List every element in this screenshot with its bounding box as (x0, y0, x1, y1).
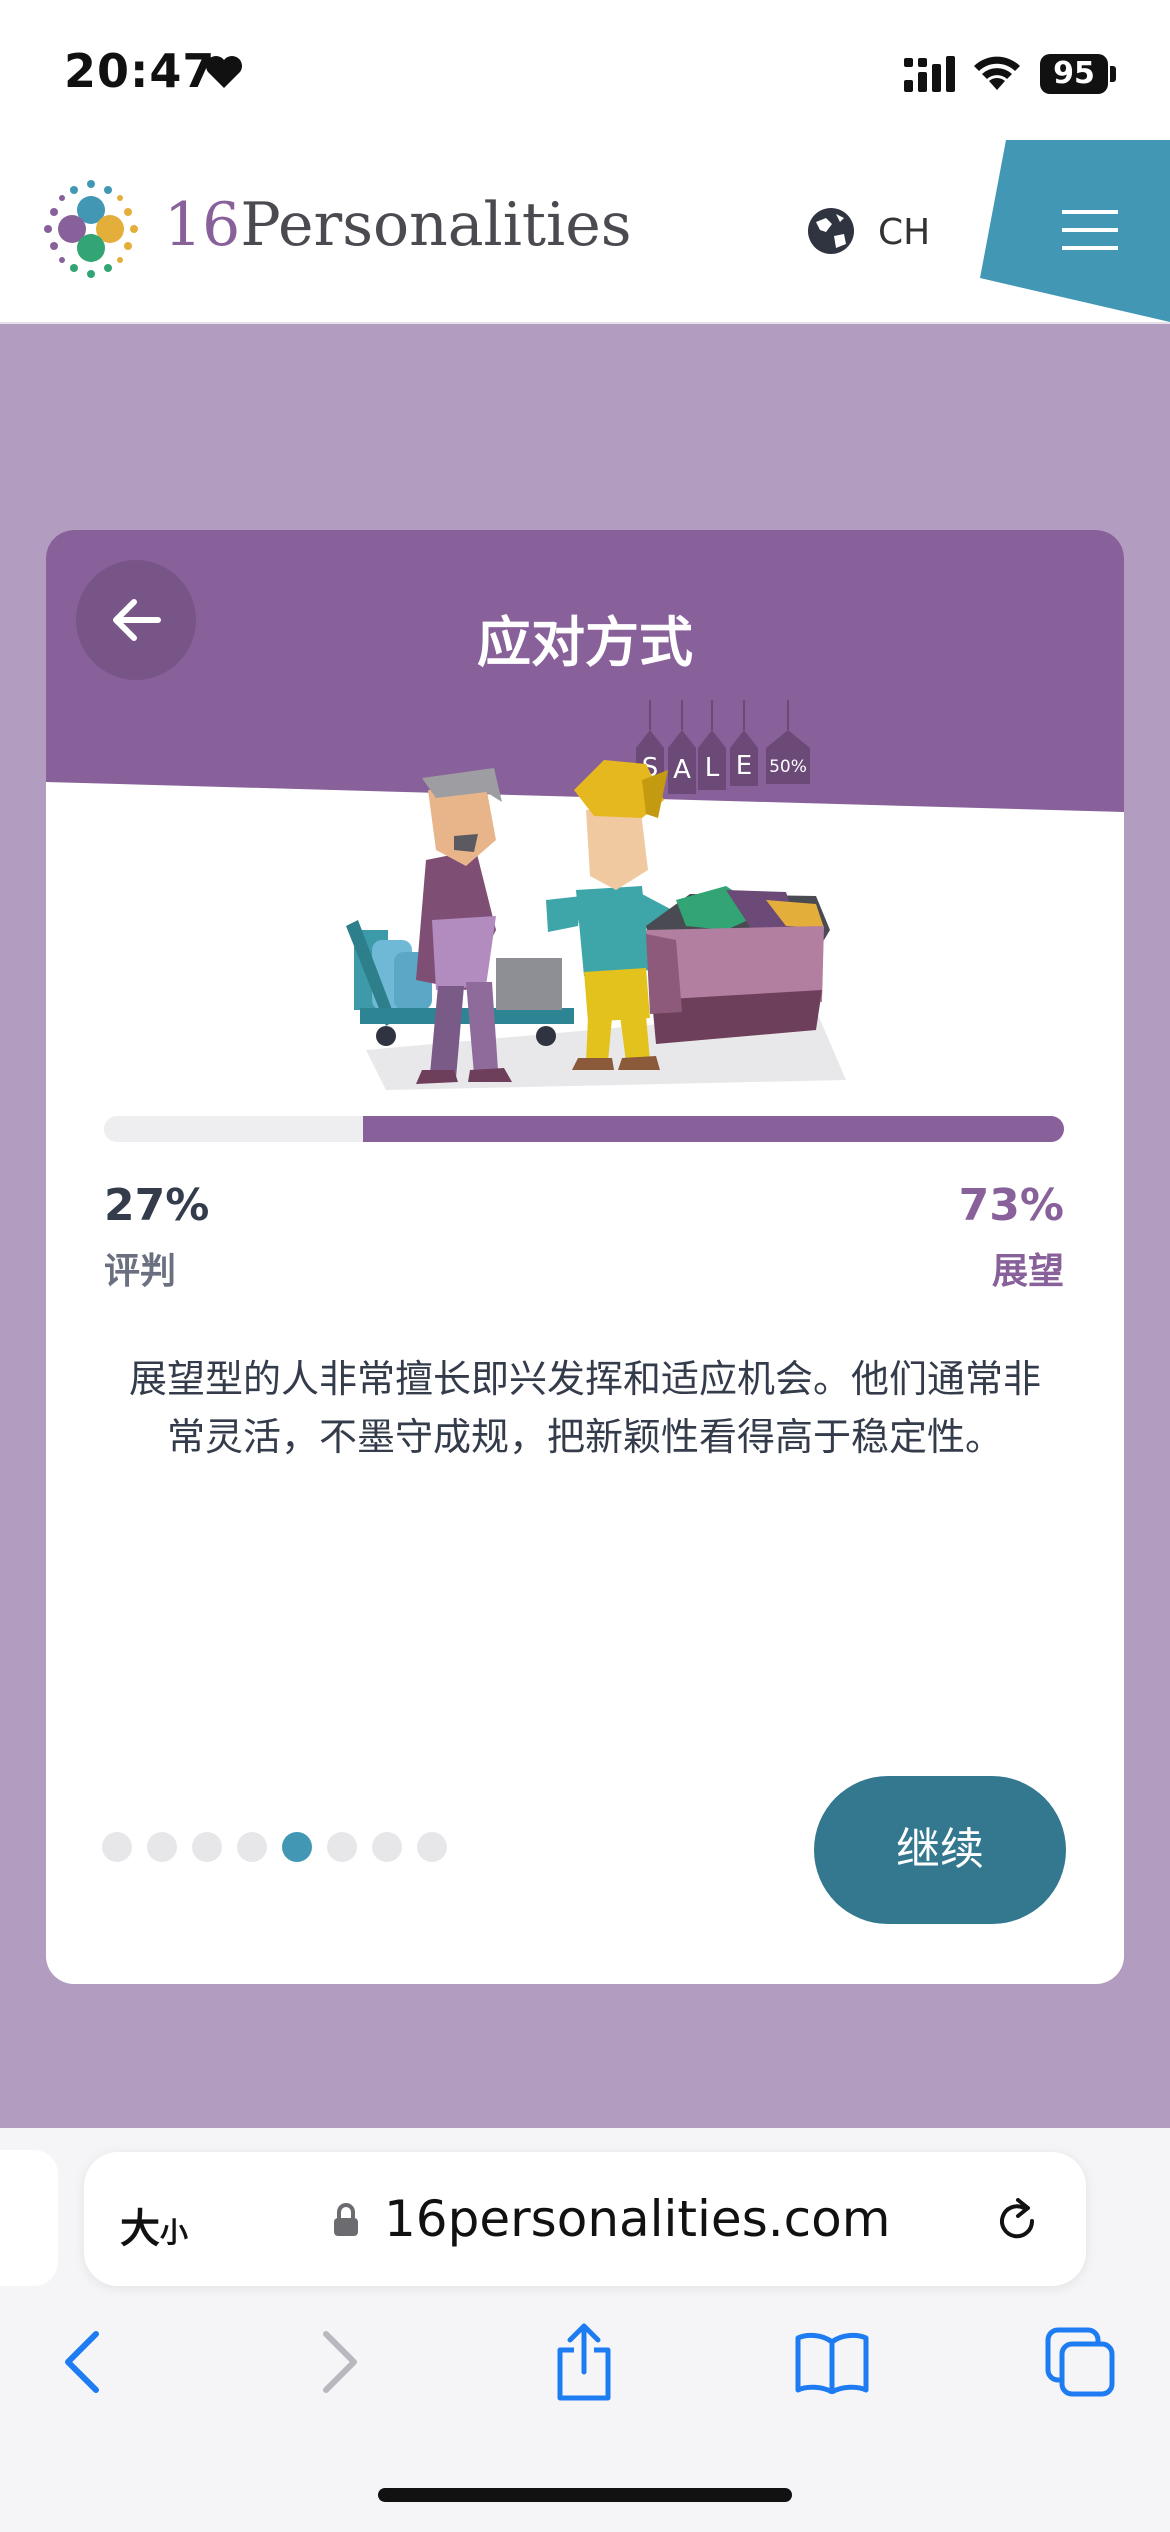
judging-label: 评判 (104, 1251, 177, 1292)
tabs-icon[interactable] (1044, 2326, 1116, 2398)
url-text[interactable]: 16personalities.com (384, 2190, 890, 2248)
language-selector[interactable]: CH (878, 212, 930, 253)
browser-forward-icon[interactable] (318, 2330, 362, 2394)
judging-percent: 27% (104, 1180, 210, 1231)
browser-back-icon[interactable] (60, 2330, 104, 2394)
pagination-dot[interactable] (102, 1832, 132, 1862)
progress-fill-prospecting (363, 1116, 1064, 1142)
pagination-dot[interactable] (237, 1832, 267, 1862)
prospecting-percent: 73% (958, 1180, 1064, 1231)
sale-percent: 50% (769, 757, 807, 777)
prospecting-label: 展望 (991, 1251, 1064, 1292)
bookmarks-icon[interactable] (794, 2332, 870, 2394)
wifi-icon (974, 56, 1020, 90)
hamburger-menu-icon[interactable] (1062, 208, 1118, 252)
continue-button[interactable]: 继续 (814, 1776, 1066, 1924)
trait-card: 应对方式 S A L E 50% 27% 评判 73% 展望 展望型的人非常擅长… (46, 530, 1124, 1984)
pagination-dot[interactable] (192, 1832, 222, 1862)
globe-icon[interactable] (806, 206, 856, 256)
sale-letter: E (736, 751, 752, 781)
trait-progress-bar (104, 1116, 1064, 1142)
card-title: 应对方式 (477, 611, 693, 674)
site-logo-text[interactable]: 16Personalities (164, 190, 632, 260)
text-size-small: 小 (160, 2216, 189, 2249)
pagination-dot[interactable] (372, 1832, 402, 1862)
cellular-signal-icon (904, 56, 955, 92)
heart-icon (206, 56, 242, 88)
pagination-dots (102, 1832, 447, 1866)
text-size-big: 大 (120, 2206, 160, 2252)
previous-tab-preview[interactable] (0, 2150, 58, 2286)
logo-word: Personalities (240, 190, 632, 260)
home-indicator (378, 2488, 792, 2502)
sale-letter: L (705, 753, 720, 783)
pagination-dot[interactable] (147, 1832, 177, 1862)
address-bar[interactable]: 大小 16personalities.com (84, 2152, 1086, 2286)
battery-tip (1110, 66, 1116, 82)
share-icon[interactable] (552, 2322, 616, 2402)
logo-mark-icon[interactable] (34, 172, 148, 286)
trait-description: 展望型的人非常擅长即兴发挥和适应机会。他们通常非常灵活，不墨守成规，把新颖性看得… (128, 1357, 1041, 1459)
battery-indicator: 95 (1040, 54, 1108, 94)
status-time: 20:47 (64, 44, 216, 98)
sale-shopping-illustration: S A L E 50% (346, 700, 846, 1090)
pagination-dot[interactable] (417, 1832, 447, 1862)
pagination-dot[interactable] (327, 1832, 357, 1862)
pagination-dot-active[interactable] (282, 1832, 312, 1862)
reload-icon[interactable] (992, 2196, 1042, 2246)
text-size-button[interactable]: 大小 (120, 2196, 188, 2254)
lock-icon (334, 2203, 358, 2236)
sale-letter: A (673, 755, 691, 785)
logo-number: 16 (164, 190, 241, 260)
